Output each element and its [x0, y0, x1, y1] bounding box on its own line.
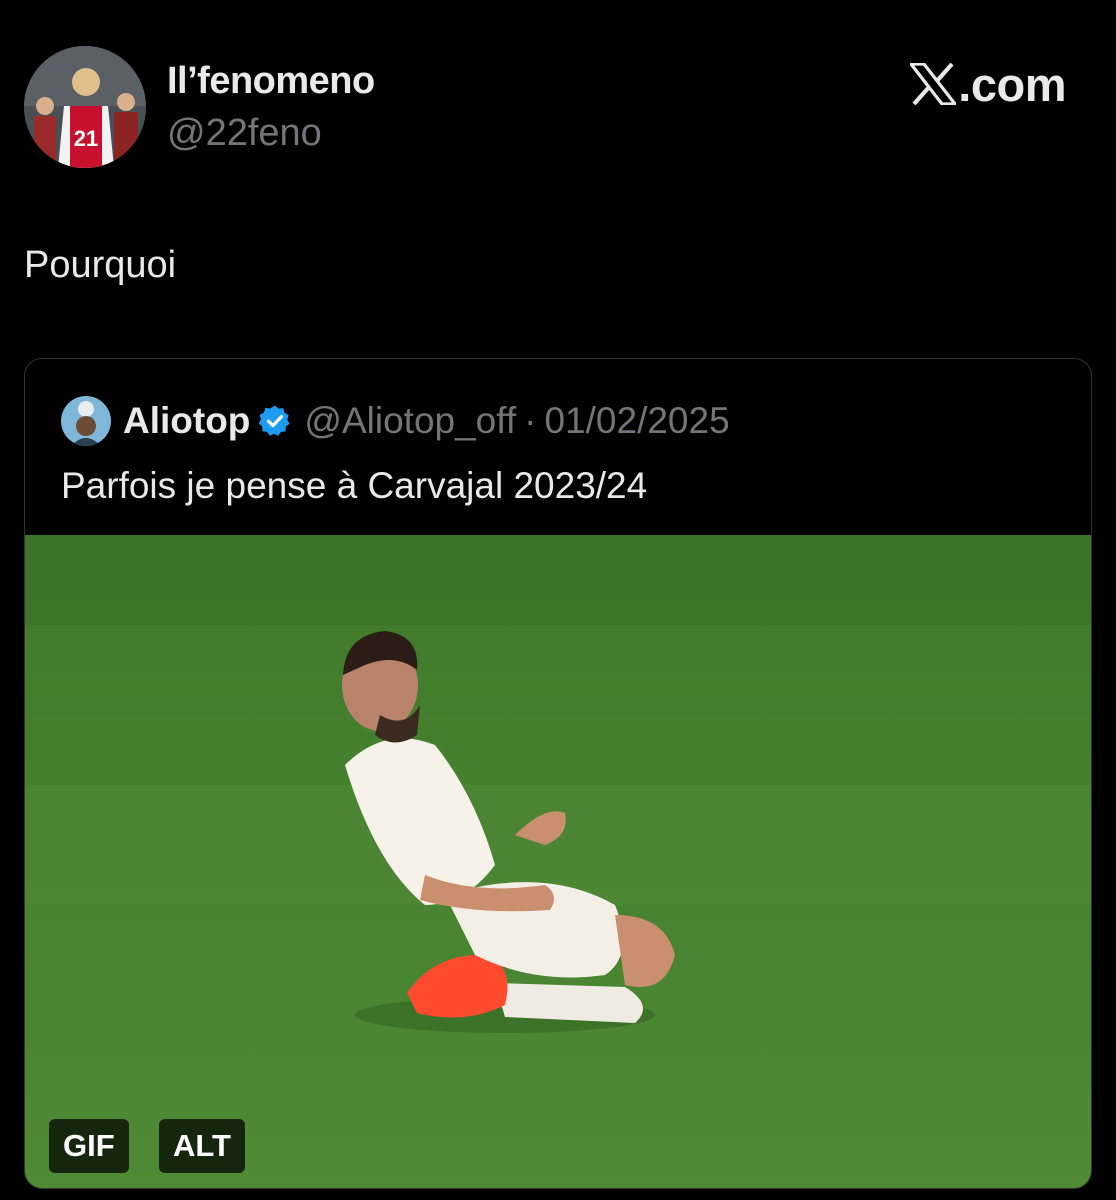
gif-media[interactable]: GIF ALT [25, 535, 1091, 1188]
tweet-card: 21 Il’fenomeno @22feno .com Pourquoi Ali… [0, 0, 1116, 1200]
quoted-author-handle[interactable]: @Aliotop_off [304, 400, 516, 442]
quoted-tweet[interactable]: Aliotop @Aliotop_off · 01/02/2025 Parfoi… [24, 358, 1092, 1189]
verified-badge-icon [259, 405, 290, 436]
alt-text-button[interactable]: ALT [159, 1119, 245, 1173]
gif-badge: GIF [49, 1119, 129, 1173]
avatar-photo-icon: 21 [24, 46, 146, 168]
quoted-author-avatar[interactable] [61, 396, 111, 446]
quoted-tweet-text: Parfois je pense à Carvajal 2023/24 [61, 465, 648, 506]
svg-text:21: 21 [74, 126, 98, 151]
tweet-text: Pourquoi [24, 244, 177, 286]
gif-image [25, 535, 1091, 1188]
site-domain: .com [958, 57, 1066, 111]
quoted-avatar-photo-icon [61, 396, 111, 446]
x-logo-icon [910, 63, 957, 105]
quoted-tweet-date[interactable]: 01/02/2025 [544, 400, 729, 442]
author-name[interactable]: Il’fenomeno [167, 60, 375, 103]
author-handle[interactable]: @22feno [167, 112, 322, 155]
author-avatar[interactable]: 21 [24, 46, 146, 168]
quoted-author-name[interactable]: Aliotop [123, 400, 250, 442]
quoted-tweet-header: Aliotop @Aliotop_off · 01/02/2025 [61, 393, 730, 449]
separator-dot: · [524, 400, 537, 441]
x-site-logo: .com [910, 56, 1066, 112]
